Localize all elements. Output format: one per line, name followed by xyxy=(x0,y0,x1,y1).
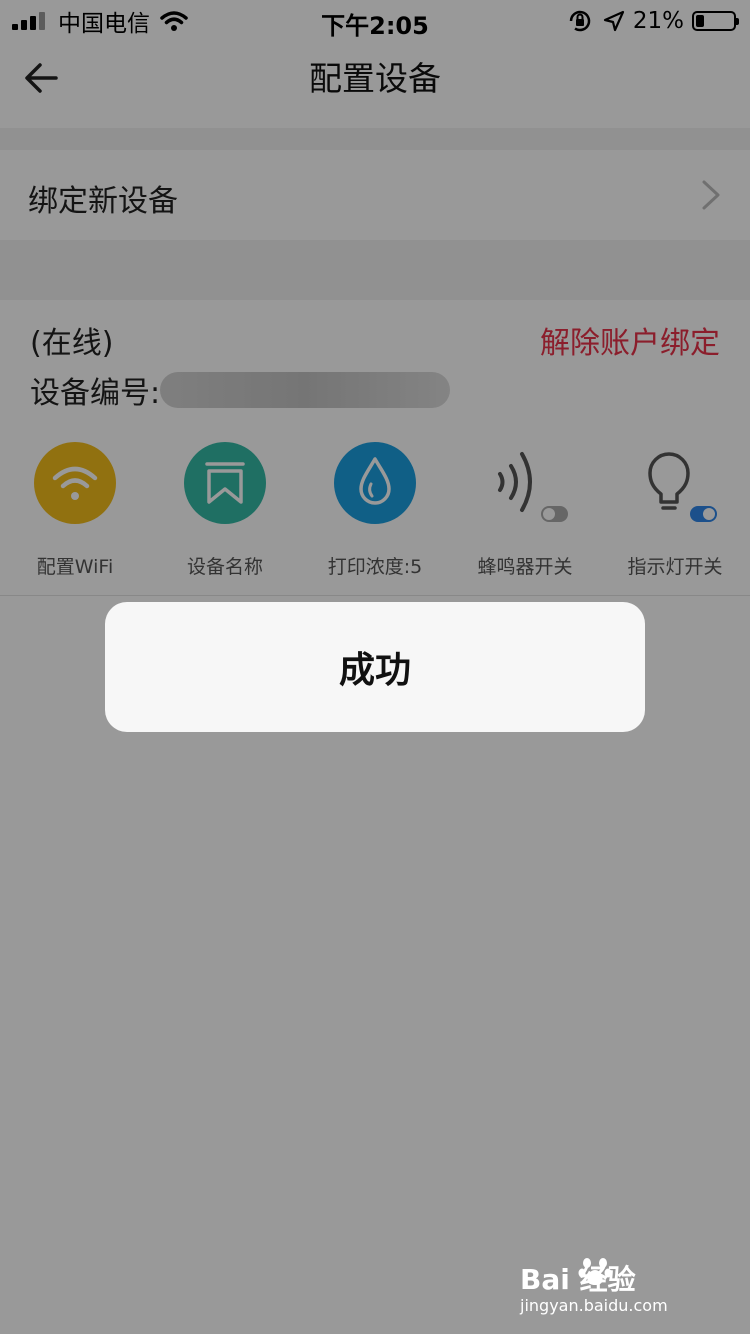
paw-icon xyxy=(578,1258,612,1285)
watermark-url: jingyan.baidu.com xyxy=(520,1296,668,1315)
baidu-jingyan-watermark: Bai 经验 jingyan.baidu.com xyxy=(520,1252,710,1322)
toast-message: 成功 xyxy=(338,650,411,691)
success-toast: 成功 xyxy=(105,602,645,732)
